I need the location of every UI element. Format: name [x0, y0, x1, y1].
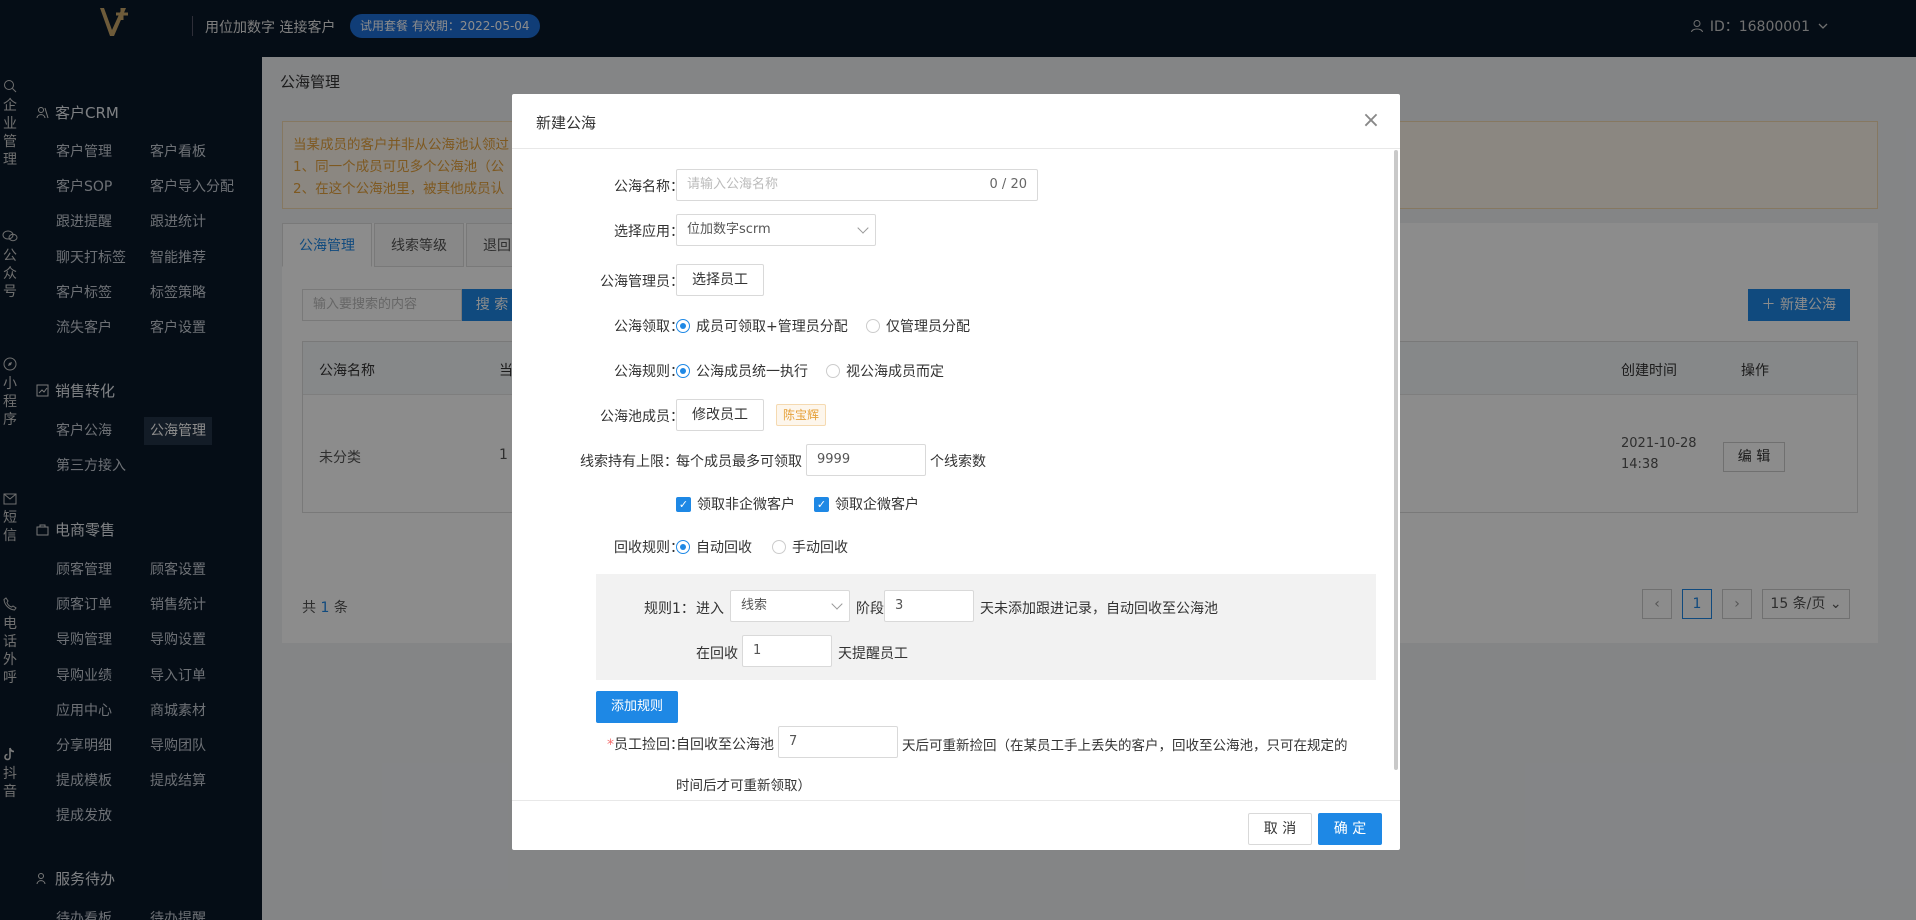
radio-checked	[676, 364, 690, 378]
checkbox-wecom-label: 领取企微客户	[835, 497, 919, 513]
name-input[interactable]: 请输入公海名称 0 / 20	[676, 169, 1038, 201]
pickback-prefix: 自回收至公海池	[676, 737, 774, 753]
select-staff-button[interactable]: 选择员工	[676, 264, 764, 296]
claim-option-both-label: 成员可领取+管理员分配	[696, 319, 848, 335]
name-counter: 0 / 20	[989, 177, 1027, 192]
modal-title: 新建公海	[536, 114, 597, 132]
limit-input[interactable]: 9999	[806, 444, 926, 476]
members-label: 公海池成员：	[600, 409, 684, 425]
app-label: 选择应用：	[614, 224, 684, 240]
days-input[interactable]: 3	[884, 590, 974, 622]
pickback-input[interactable]: 7	[778, 726, 898, 758]
limit-suffix: 个线索数	[930, 454, 986, 470]
claim-label: 公海领取：	[614, 319, 684, 335]
rule1-label: 规则1：	[644, 601, 695, 617]
close-icon[interactable]: ×	[1360, 110, 1382, 132]
checkbox-non-wecom[interactable]: ✓ 领取非企微客户	[676, 494, 795, 514]
check-icon: ✓	[814, 496, 829, 512]
pickback-label: *员工捡回：	[552, 734, 684, 754]
chevron-down-icon	[831, 598, 843, 610]
checkbox-wecom[interactable]: ✓ 领取企微客户	[814, 494, 919, 514]
pickback-suffix-2: 时间后才可重新领取）	[676, 778, 811, 794]
rule1-days-suffix: 天未添加跟进记录，自动回收至公海池	[980, 601, 1218, 617]
remind-suffix: 天提醒员工	[838, 646, 908, 662]
claim-option-admin[interactable]: 仅管理员分配	[866, 316, 970, 336]
admin-label: 公海管理员：	[600, 274, 684, 290]
rule-box: 规则1： 进入 线索 阶段 3 天未添加跟进记录，自动回收至公海池 在回收 1 …	[596, 574, 1376, 680]
name-placeholder: 请输入公海名称	[687, 177, 779, 192]
edit-staff-button[interactable]: 修改员工	[676, 399, 764, 431]
radio-unchecked	[866, 319, 880, 333]
pickback-suffix: 天后可重新捡回（在某员工手上丢失的客户，回收至公海池，只可在规定的	[902, 738, 1348, 754]
limit-label: 线索持有上限：	[580, 454, 678, 470]
check-icon: ✓	[676, 496, 691, 512]
radio-unchecked	[826, 364, 840, 378]
rule1-enter: 进入	[696, 601, 724, 617]
chevron-down-icon	[857, 222, 869, 234]
app-select[interactable]: 位加数字scrm	[676, 214, 876, 246]
member-tag[interactable]: 陈宝辉	[776, 404, 827, 426]
stage-select[interactable]: 线索	[730, 590, 850, 622]
rule-option-unified[interactable]: 公海成员统一执行	[676, 361, 808, 381]
new-sea-modal: 新建公海 × 公海名称： 请输入公海名称 0 / 20 选择应用： 位加数字sc…	[512, 94, 1400, 850]
rule-option-unified-label: 公海成员统一执行	[696, 364, 808, 380]
add-rule-button[interactable]: 添加规则	[596, 691, 679, 723]
recycle-option-auto[interactable]: 自动回收	[676, 537, 752, 557]
checkbox-non-wecom-label: 领取非企微客户	[697, 497, 795, 513]
recycle-option-manual-label: 手动回收	[792, 540, 848, 556]
remind-input[interactable]: 1	[742, 635, 832, 667]
confirm-button[interactable]: 确 定	[1318, 813, 1382, 845]
rule-option-per-member-label: 视公海成员而定	[846, 364, 944, 380]
stage-select-value: 线索	[741, 598, 768, 613]
rule-option-per-member[interactable]: 视公海成员而定	[826, 361, 944, 381]
remind-prefix: 在回收	[696, 646, 738, 662]
modal-header: 新建公海 ×	[512, 94, 1400, 149]
claim-option-both[interactable]: 成员可领取+管理员分配	[676, 316, 848, 336]
recycle-label: 回收规则：	[614, 540, 684, 556]
required-mark: *	[607, 737, 614, 753]
modal-footer: 取 消 确 定	[512, 800, 1400, 850]
radio-unchecked	[772, 540, 786, 554]
claim-option-admin-label: 仅管理员分配	[886, 319, 970, 335]
limit-prefix: 每个成员最多可领取	[676, 454, 802, 470]
rule1-stage-text: 阶段	[856, 601, 884, 617]
name-label: 公海名称：	[614, 179, 684, 195]
radio-checked	[676, 319, 690, 333]
rule-label: 公海规则：	[614, 364, 684, 380]
pickback-label-text: 员工捡回：	[614, 737, 684, 753]
cancel-button[interactable]: 取 消	[1248, 813, 1312, 845]
recycle-option-auto-label: 自动回收	[696, 540, 752, 556]
recycle-option-manual[interactable]: 手动回收	[772, 537, 848, 557]
radio-checked	[676, 540, 690, 554]
modal-scrollbar[interactable]	[1394, 150, 1398, 770]
app-value: 位加数字scrm	[687, 222, 771, 237]
